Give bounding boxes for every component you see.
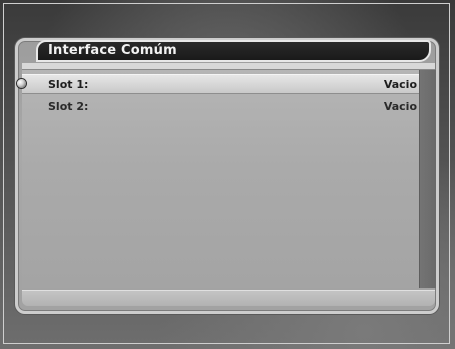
title-underline — [22, 63, 435, 70]
menu-item-value: Vacio — [383, 78, 417, 91]
menu-title-tab: Interface Comúm — [36, 40, 431, 62]
bullet-icon — [17, 79, 26, 88]
page-title: Interface Comúm — [48, 43, 177, 58]
menu-item-label: Slot 2: — [48, 100, 89, 113]
menu-item-slot-2[interactable]: Slot 2: Vacio — [22, 97, 419, 117]
menu-item-value: Vacio — [383, 100, 417, 113]
scrollbar-track[interactable] — [419, 70, 436, 288]
menu-item-slot-1[interactable]: Slot 1: Vacio — [22, 74, 419, 94]
menu-item-label: Slot 1: — [48, 78, 89, 91]
menu-footer-bar — [22, 290, 435, 306]
